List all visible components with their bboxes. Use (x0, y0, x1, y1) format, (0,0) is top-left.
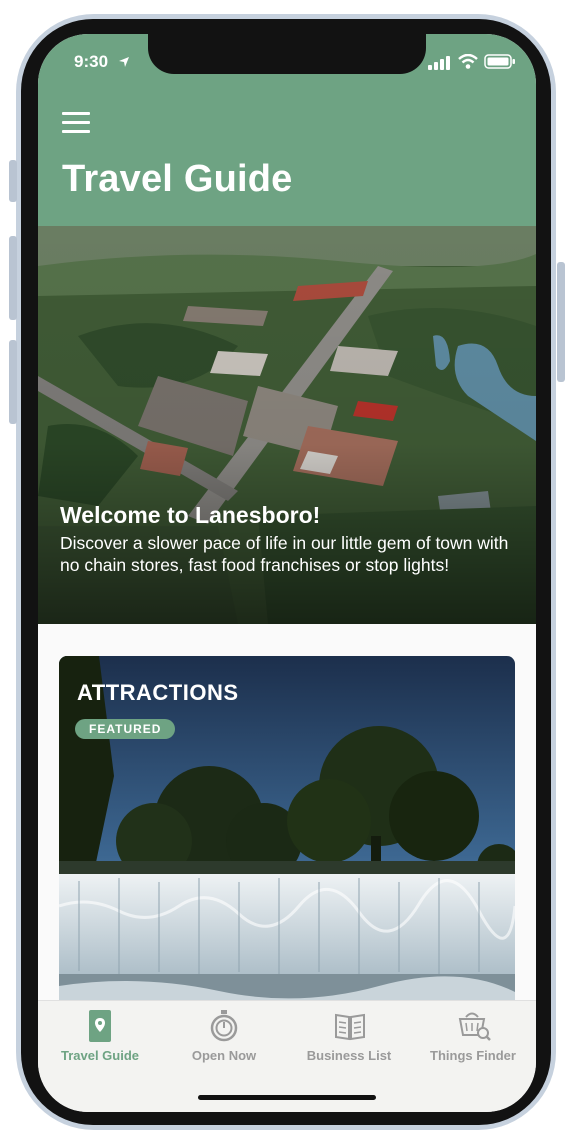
app-header: 9:30 Travel Guide (38, 34, 536, 226)
tab-things-finder[interactable]: Things Finder (411, 1001, 535, 1081)
hero-banner[interactable]: Welcome to Lanesboro! Discover a slower … (38, 226, 536, 624)
featured-badge: FEATURED (75, 719, 176, 739)
app-screen: 9:30 Travel Guide Welcome to Lanesboro! … (38, 34, 536, 1112)
status-time: 9:30 (74, 52, 109, 71)
battery-icon (484, 54, 516, 74)
power-button (557, 262, 565, 382)
hero-title: Welcome to Lanesboro! (60, 502, 321, 528)
attractions-card[interactable]: ATTRACTIONS FEATURED (59, 656, 515, 1016)
basket-search-icon (458, 1009, 492, 1048)
stopwatch-icon (209, 1009, 239, 1048)
tab-business-list[interactable]: Business List (287, 1001, 411, 1081)
bottom-tab-bar: Travel Guide Open Now Business List Thin… (38, 1000, 536, 1112)
tab-label: Things Finder (430, 1048, 516, 1063)
hamburger-menu-icon[interactable] (62, 112, 90, 134)
tab-travel-guide[interactable]: Travel Guide (38, 1001, 162, 1081)
wifi-icon (458, 53, 478, 74)
mute-switch (9, 160, 17, 202)
tab-label: Travel Guide (60, 1048, 140, 1063)
cellular-signal-icon (428, 56, 450, 75)
tab-label: Open Now (191, 1048, 257, 1063)
hero-description: Discover a slower pace of life in our li… (60, 533, 509, 575)
location-arrow-icon (118, 55, 130, 73)
open-book-icon (334, 1009, 366, 1048)
map-guide-icon (85, 1009, 115, 1048)
card-title: ATTRACTIONS (77, 680, 239, 705)
tab-label: Business List (306, 1048, 392, 1063)
notch (148, 34, 426, 74)
volume-down-button (9, 340, 17, 424)
page-title: Travel Guide (62, 158, 293, 200)
waterfall-image (59, 656, 515, 1016)
tab-open-now[interactable]: Open Now (162, 1001, 286, 1081)
home-indicator[interactable] (198, 1095, 376, 1100)
volume-up-button (9, 236, 17, 320)
